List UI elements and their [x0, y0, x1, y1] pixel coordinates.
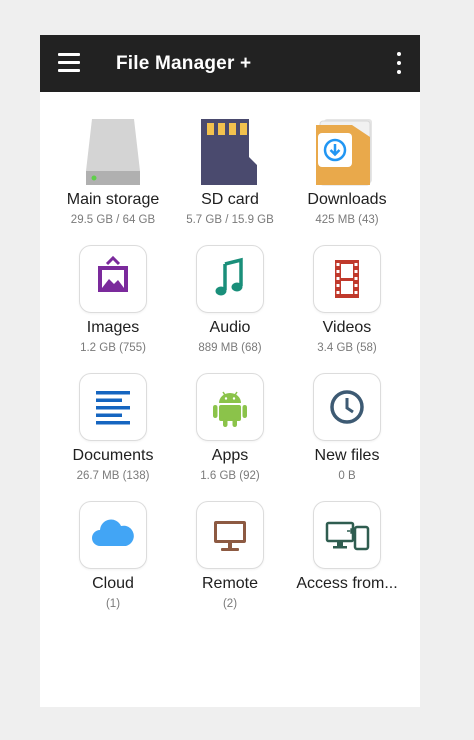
tile-downloads[interactable]: Downloads 425 MB (43) [287, 117, 407, 237]
clock-icon [313, 373, 381, 441]
app-bar: File Manager + [40, 35, 420, 92]
tile-label: Images [86, 319, 140, 336]
tile-main-storage[interactable]: Main storage 29.5 GB / 64 GB [53, 117, 173, 237]
cloud-icon [79, 501, 147, 569]
hard-drive-icon [78, 117, 148, 187]
tile-sub: 3.4 GB (58) [317, 342, 377, 354]
tile-label: Apps [211, 447, 249, 464]
tile-sd-card[interactable]: SD card 5.7 GB / 15.9 GB [170, 117, 290, 237]
hamburger-menu-icon[interactable] [58, 53, 80, 73]
film-icon [313, 245, 381, 313]
tile-sub: 425 MB (43) [315, 214, 379, 226]
tile-label: Documents [72, 447, 154, 464]
monitor-icon [196, 501, 264, 569]
tile-audio[interactable]: Audio 889 MB (68) [170, 245, 290, 365]
tile-label: Videos [322, 319, 372, 336]
music-note-icon [196, 245, 264, 313]
tile-new-files[interactable]: New files 0 B [287, 373, 407, 493]
more-vertical-icon[interactable] [394, 52, 404, 74]
image-icon [79, 245, 147, 313]
tile-sub: (2) [222, 598, 238, 610]
tile-label: Access from... [296, 575, 398, 592]
tile-apps[interactable]: Apps 1.6 GB (92) [170, 373, 290, 493]
app-title: File Manager + [116, 53, 252, 74]
tile-label: New files [314, 447, 380, 464]
tile-access-from[interactable]: Access from... [287, 501, 407, 621]
devices-icon [313, 501, 381, 569]
downloads-folder-icon [312, 117, 382, 187]
tile-sub: 0 B [338, 470, 356, 482]
document-lines-icon [79, 373, 147, 441]
tile-label: Cloud [92, 575, 134, 592]
tile-label: Remote [201, 575, 259, 592]
tile-remote[interactable]: Remote (2) [170, 501, 290, 621]
android-icon [196, 373, 264, 441]
tile-videos[interactable]: Videos 3.4 GB (58) [287, 245, 407, 365]
tile-documents[interactable]: Documents 26.7 MB (138) [53, 373, 173, 493]
tile-images[interactable]: Images 1.2 GB (755) [53, 245, 173, 365]
tile-label: Audio [209, 319, 251, 336]
sd-card-icon [195, 117, 265, 187]
tile-label: SD card [201, 191, 259, 208]
tile-cloud[interactable]: Cloud (1) [53, 501, 173, 621]
tile-label: Main storage [66, 191, 160, 208]
tile-label: Downloads [307, 191, 387, 208]
app-screen: File Manager + Main storage 29.5 GB / 64… [40, 35, 420, 707]
